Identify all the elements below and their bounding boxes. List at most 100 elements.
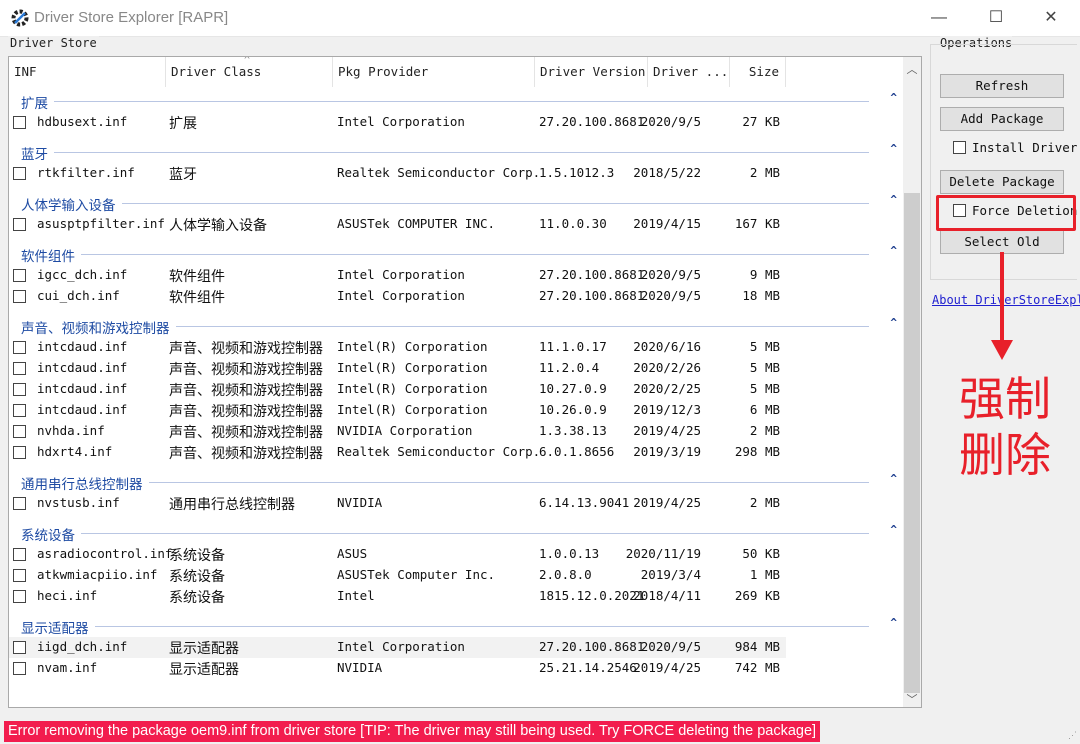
group-collapse-icon[interactable]: ^ — [890, 142, 897, 155]
table-row[interactable]: nvstusb.inf 通用串行总线控制器 NVIDIA 6.14.13.9041 20… — [9, 493, 786, 514]
row-checkbox[interactable] — [13, 218, 26, 231]
cell-driver-class: 软件组件 — [169, 268, 225, 284]
window-title: Driver Store Explorer [RAPR] — [34, 9, 229, 26]
column-header-size[interactable]: Size — [730, 57, 786, 87]
cell-pkg-provider: NVIDIA — [337, 495, 383, 510]
column-header-inf[interactable]: INF — [9, 57, 166, 87]
table-row[interactable]: nvam.inf 显示适配器 NVIDIA 25.21.14.2546 2019/4/2… — [9, 658, 786, 679]
cell-driver-version: 6.0.1.8656 — [539, 444, 615, 459]
table-row[interactable]: asusptpfilter.inf 人体学输入设备 ASUSTek COMPUTER… — [9, 214, 786, 235]
group-header[interactable]: 蓝牙 ^ — [9, 142, 899, 163]
cell-driver-class: 声音、视频和游戏控制器 — [169, 424, 323, 440]
cell-driver-version: 1.3.38.13 — [539, 423, 607, 438]
group-collapse-icon[interactable]: ^ — [890, 91, 897, 104]
group-collapse-icon[interactable]: ^ — [890, 244, 897, 257]
install-driver-checkbox-box[interactable] — [953, 141, 966, 154]
cell-driver-version: 11.2.0.4 — [539, 360, 600, 375]
cell-pkg-provider: Realtek Semiconductor Corp. — [337, 444, 541, 459]
table-row[interactable]: hdbusext.inf 扩展 Intel Corporation 27.20.100… — [9, 112, 786, 133]
group-collapse-icon[interactable]: ^ — [890, 616, 897, 629]
row-checkbox[interactable] — [13, 446, 26, 459]
table-row[interactable]: igcc_dch.inf 软件组件 Intel Corporation 27.20.1… — [9, 265, 786, 286]
table-row[interactable]: asradiocontrol.inf 系统设备 ASUS 1.0.0.13 2020/1… — [9, 544, 786, 565]
row-checkbox[interactable] — [13, 167, 26, 180]
group-header[interactable]: 人体学输入设备 ^ — [9, 193, 899, 214]
group-header[interactable]: 显示适配器 ^ — [9, 616, 899, 637]
cell-size: 2 MB — [749, 423, 780, 438]
group-collapse-icon[interactable]: ^ — [890, 316, 897, 329]
table-row[interactable]: intcdaud.inf 声音、视频和游戏控制器 Intel(R) Corporat… — [9, 400, 786, 421]
cell-driver-date: 2020/6/16 — [633, 339, 701, 354]
table-row[interactable]: hdxrt4.inf 声音、视频和游戏控制器 Realtek Semiconduct… — [9, 442, 786, 463]
row-checkbox[interactable] — [13, 341, 26, 354]
add-package-button[interactable]: Add Package — [940, 107, 1064, 131]
table-row[interactable]: iigd_dch.inf 显示适配器 Intel Corporation 27.20.… — [9, 637, 786, 658]
table-row[interactable]: heci.inf 系统设备 Intel 1815.12.0.2021 2018/4/11… — [9, 586, 786, 607]
row-checkbox[interactable] — [13, 590, 26, 603]
group-divider — [21, 101, 869, 102]
scroll-down-icon[interactable]: ﹀ — [903, 691, 921, 707]
cell-size: 6 MB — [749, 402, 780, 417]
cell-driver-date: 2020/9/5 — [640, 288, 701, 303]
column-header-pkg-provider[interactable]: Pkg Provider — [333, 57, 535, 87]
group-collapse-icon[interactable]: ^ — [890, 523, 897, 536]
select-old-button[interactable]: Select Old — [940, 230, 1064, 254]
row-checkbox[interactable] — [13, 548, 26, 561]
scroll-up-icon[interactable]: ︿ — [903, 61, 921, 77]
cell-size: 1 MB — [749, 567, 780, 582]
driver-store-group-label: Driver Store — [8, 36, 99, 50]
row-checkbox[interactable] — [13, 116, 26, 129]
row-checkbox[interactable] — [13, 404, 26, 417]
close-button[interactable]: ✕ — [1038, 6, 1064, 30]
row-checkbox[interactable] — [13, 383, 26, 396]
about-link[interactable]: About DriverStoreExpl — [932, 293, 1080, 307]
scrollbar-thumb[interactable] — [904, 193, 920, 693]
cell-driver-date: 2019/4/25 — [633, 495, 701, 510]
group-collapse-icon[interactable]: ^ — [890, 472, 897, 485]
resize-grip-icon[interactable]: ⋰ — [1068, 731, 1077, 741]
group-header[interactable]: 声音、视频和游戏控制器 ^ — [9, 316, 899, 337]
row-checkbox[interactable] — [13, 269, 26, 282]
maximize-button[interactable]: ☐ — [983, 6, 1009, 30]
cell-size: 5 MB — [749, 339, 780, 354]
table-row[interactable]: intcdaud.inf 声音、视频和游戏控制器 Intel(R) Corporat… — [9, 379, 786, 400]
group-name: 人体学输入设备 — [21, 194, 122, 214]
annotation-arrow-shaft — [1000, 252, 1004, 344]
table-row[interactable]: rtkfilter.inf 蓝牙 Realtek Semiconductor Cor… — [9, 163, 786, 184]
table-row[interactable]: nvhda.inf 声音、视频和游戏控制器 NVIDIA Corporation 1.… — [9, 421, 786, 442]
group-name: 软件组件 — [21, 245, 81, 265]
group-header[interactable]: 通用串行总线控制器 ^ — [9, 472, 899, 493]
group-header[interactable]: 系统设备 ^ — [9, 523, 899, 544]
install-driver-checkbox[interactable]: Install Driver — [953, 140, 1077, 155]
row-checkbox[interactable] — [13, 497, 26, 510]
cell-driver-version: 1.5.1012.3 — [539, 165, 615, 180]
refresh-button[interactable]: Refresh — [940, 74, 1064, 98]
cell-pkg-provider: Intel Corporation — [337, 267, 465, 282]
minimize-button[interactable]: — — [926, 6, 952, 30]
row-checkbox[interactable] — [13, 290, 26, 303]
row-checkbox[interactable] — [13, 641, 26, 654]
column-header-driver-date[interactable]: Driver ... — [648, 57, 730, 87]
row-checkbox[interactable] — [13, 362, 26, 375]
table-row[interactable]: cui_dch.inf 软件组件 Intel Corporation 27.20.10… — [9, 286, 786, 307]
column-header-driver-version[interactable]: Driver Version — [535, 57, 648, 87]
table-row[interactable]: intcdaud.inf 声音、视频和游戏控制器 Intel(R) Corporat… — [9, 337, 786, 358]
cell-inf: intcdaud.inf — [37, 402, 128, 417]
row-checkbox[interactable] — [13, 425, 26, 438]
group-header[interactable]: 软件组件 ^ — [9, 244, 899, 265]
group-collapse-icon[interactable]: ^ — [890, 193, 897, 206]
driver-list[interactable]: INF Driver Class ^ Pkg Provider Driver V… — [8, 56, 922, 708]
cell-driver-date: 2019/4/15 — [633, 216, 701, 231]
table-row[interactable]: atkwmiacpiio.inf 系统设备 ASUSTek Computer Inc… — [9, 565, 786, 586]
vertical-scrollbar[interactable]: ︿ ﹀ — [903, 57, 921, 707]
cell-pkg-provider: Intel(R) Corporation — [337, 381, 488, 396]
group-header[interactable]: 扩展 ^ — [9, 91, 899, 112]
cell-inf: intcdaud.inf — [37, 381, 128, 396]
table-row[interactable]: intcdaud.inf 声音、视频和游戏控制器 Intel(R) Corporat… — [9, 358, 786, 379]
list-header: INF Driver Class ^ Pkg Provider Driver V… — [9, 57, 899, 87]
cell-pkg-provider: NVIDIA Corporation — [337, 423, 473, 438]
delete-package-button[interactable]: Delete Package — [940, 170, 1064, 194]
row-checkbox[interactable] — [13, 662, 26, 675]
row-checkbox[interactable] — [13, 569, 26, 582]
cell-driver-version: 1815.12.0.2021 — [539, 588, 645, 603]
